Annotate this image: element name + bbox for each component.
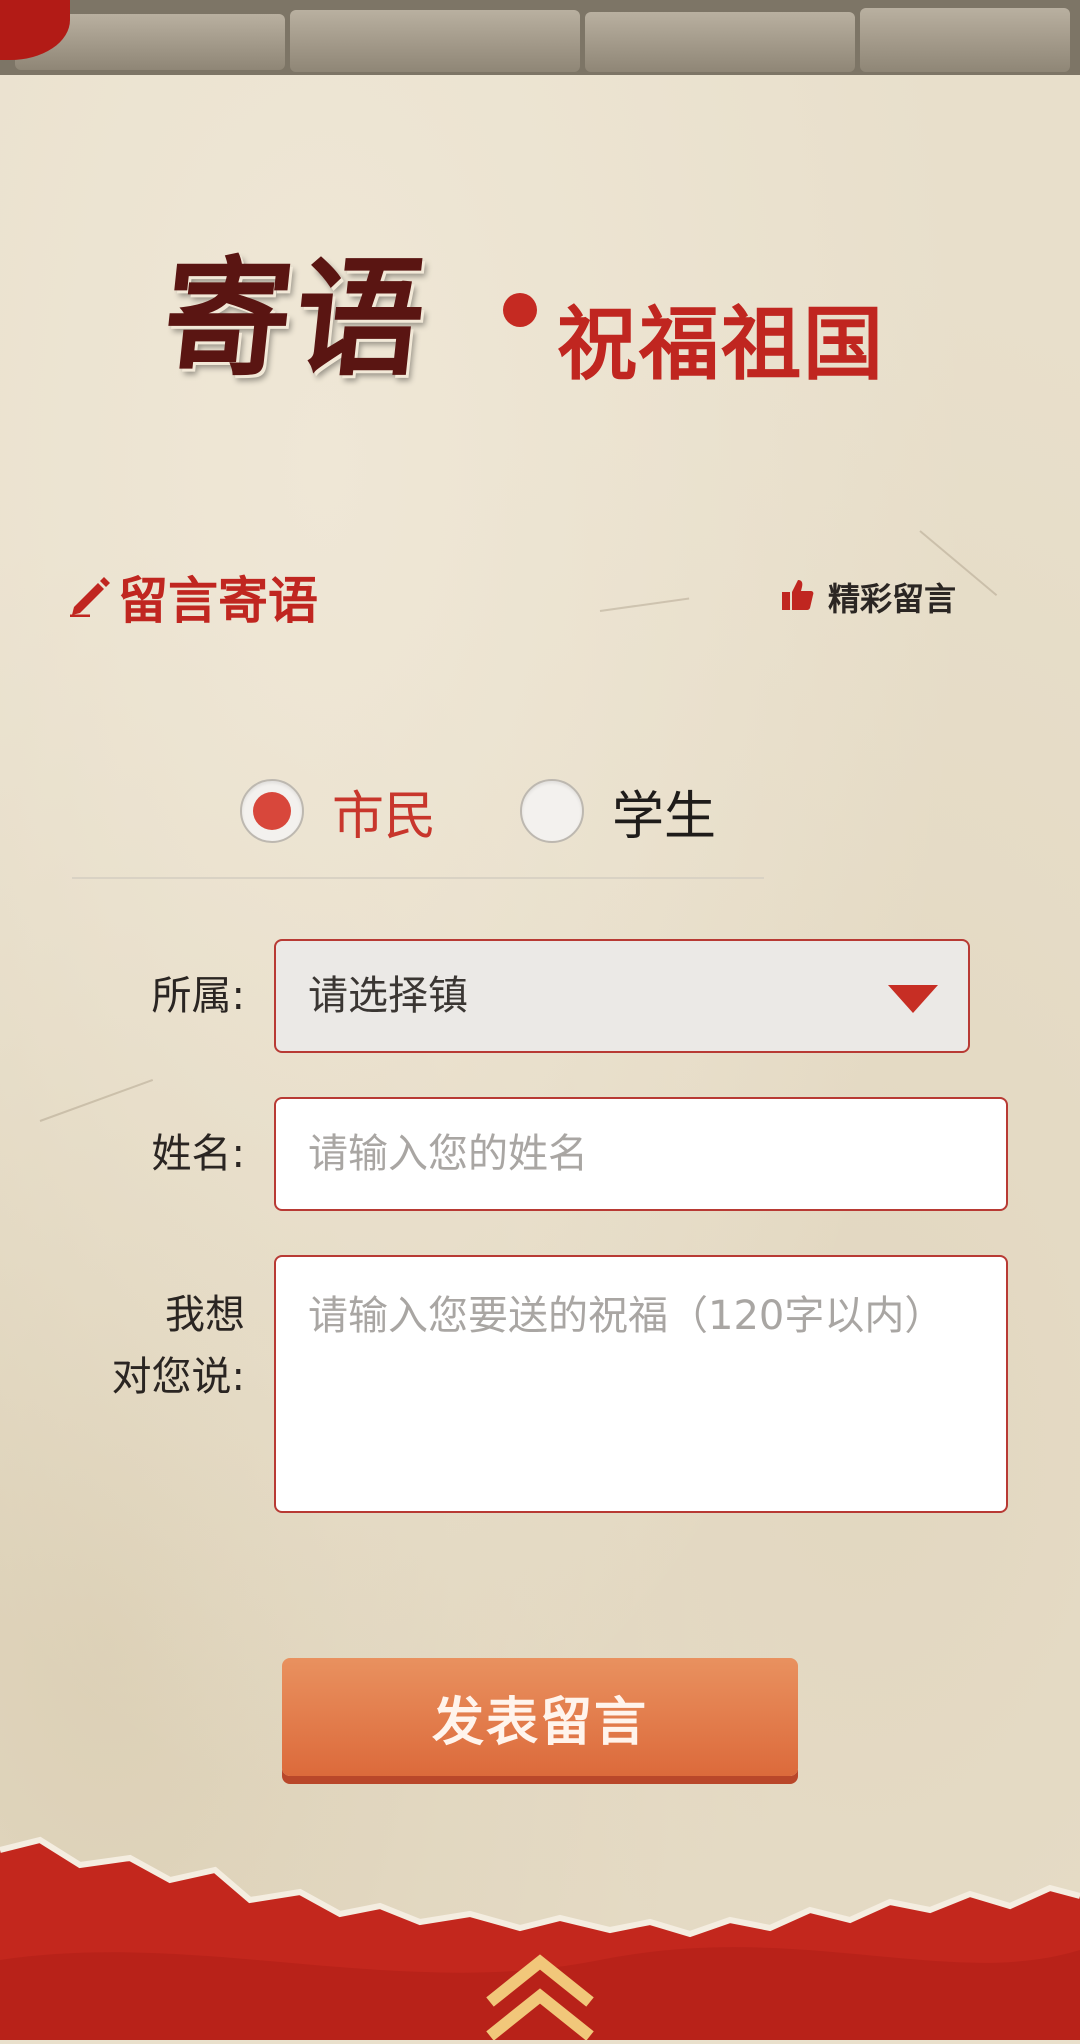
message-field-box xyxy=(274,1255,1008,1513)
radio-student[interactable]: 学生 xyxy=(520,776,717,847)
tab-featured-messages[interactable]: 精彩留言 xyxy=(780,572,956,622)
town-select[interactable]: 请选择镇 xyxy=(274,939,970,1053)
radio-button-unselected xyxy=(520,779,584,843)
name-input[interactable] xyxy=(276,1099,1006,1209)
radio-citizen[interactable]: 市民 xyxy=(240,776,437,847)
tab-leave-message-label: 留言寄语 xyxy=(118,572,318,630)
title-main: 寄语 xyxy=(155,244,436,394)
message-label-line1: 我想 xyxy=(165,1292,245,1338)
brick-wall-background xyxy=(0,0,1080,75)
radio-citizen-label: 市民 xyxy=(332,786,437,847)
pencil-icon xyxy=(68,573,112,621)
thumbs-up-icon xyxy=(780,578,814,616)
name-field-box xyxy=(274,1097,1008,1211)
tab-leave-message[interactable]: 留言寄语 xyxy=(68,562,318,632)
affiliation-label: 所属: xyxy=(151,973,245,1019)
page-title: 寄语 祝福祖国 xyxy=(156,215,925,405)
radio-button-selected xyxy=(240,779,304,843)
submit-button-label: 发表留言 xyxy=(431,1692,648,1753)
message-label-line2: 对您说: xyxy=(111,1354,245,1400)
radio-student-label: 学生 xyxy=(612,786,717,847)
tab-featured-messages-label: 精彩留言 xyxy=(828,580,957,618)
town-select-value: 请选择镇 xyxy=(308,973,468,1019)
message-textarea[interactable] xyxy=(276,1257,1006,1511)
name-label: 姓名: xyxy=(151,1131,245,1177)
double-chevron-up-icon[interactable] xyxy=(482,1940,598,2041)
submit-button[interactable]: 发表留言 xyxy=(282,1658,798,1776)
title-dot xyxy=(503,293,537,327)
title-sub: 祝福祖国 xyxy=(557,298,885,391)
caret-down-icon xyxy=(888,985,938,1013)
divider xyxy=(72,877,764,879)
